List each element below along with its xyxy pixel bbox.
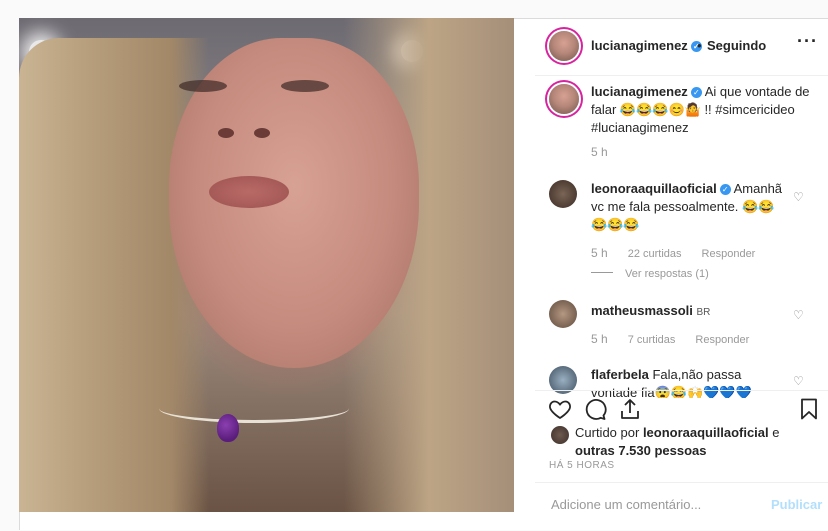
reply-button[interactable]: Responder xyxy=(702,248,756,260)
liked-by-text: Curtido por leonoraaquillaoficial e outr… xyxy=(575,425,780,458)
more-options-icon[interactable]: ··· xyxy=(797,31,818,52)
lips xyxy=(209,176,289,208)
comment-like-icon[interactable]: ♡ xyxy=(793,374,804,388)
divider-line xyxy=(591,272,613,273)
liker-avatar[interactable] xyxy=(551,426,569,444)
post-header: lucianagimenez ✓ • Seguindo ··· xyxy=(535,18,828,76)
eyes xyxy=(179,80,329,94)
author-username[interactable]: lucianagimenez ✓ xyxy=(591,38,702,53)
comment: leonoraaquillaoficial ✓ Amanhã vc me fala… xyxy=(591,180,791,234)
comments-list: lucianagimenez ✓ Ai que vontade de falar … xyxy=(535,76,828,398)
comment-username[interactable]: flaferbela xyxy=(591,367,649,382)
comment-text: BR xyxy=(696,307,711,318)
comment-input[interactable] xyxy=(549,496,753,513)
comment-avatar[interactable] xyxy=(549,180,577,208)
comment-like-icon[interactable]: ♡ xyxy=(793,190,804,204)
verified-icon: ✓ xyxy=(690,87,702,98)
publish-button[interactable]: Publicar xyxy=(771,497,822,512)
amethyst-pendant xyxy=(217,414,239,442)
necklace xyxy=(159,394,349,423)
caption: lucianagimenez ✓ Ai que vontade de falar … xyxy=(591,83,816,137)
post-timestamp[interactable]: HÁ 5 HORAS xyxy=(549,460,615,471)
add-comment-bar: Publicar xyxy=(535,482,828,531)
comment-time: 5 h xyxy=(591,246,608,260)
comment-username[interactable]: matheusmassoli xyxy=(591,303,693,318)
verified-icon: ✓ xyxy=(719,184,731,195)
comment: matheusmassoli BR xyxy=(591,302,791,322)
caption-username[interactable]: lucianagimenez xyxy=(591,84,688,99)
comment-likes[interactable]: 7 curtidas xyxy=(628,334,676,346)
comment-meta: 5 h 7 curtidas Responder xyxy=(591,332,749,346)
likes-count-link[interactable]: outras 7.530 pessoas xyxy=(575,443,707,458)
liker-username[interactable]: leonoraaquillaoficial xyxy=(643,425,769,440)
comment-avatar[interactable] xyxy=(549,300,577,328)
comment-like-icon[interactable]: ♡ xyxy=(793,308,804,322)
reply-button[interactable]: Responder xyxy=(695,334,749,346)
view-replies-button[interactable]: Ver respostas (1) xyxy=(591,268,709,280)
comment-time: 5 h xyxy=(591,332,608,346)
following-button[interactable]: Seguindo xyxy=(707,38,766,53)
caption-author-avatar[interactable] xyxy=(549,84,579,114)
post-photo[interactable] xyxy=(19,18,514,512)
post-side-panel: lucianagimenez ✓ • Seguindo ··· lucianagi… xyxy=(535,18,828,530)
comment-likes[interactable]: 22 curtidas xyxy=(628,248,682,260)
comment-username[interactable]: leonoraaquillaoficial xyxy=(591,181,717,196)
author-avatar[interactable] xyxy=(549,31,579,61)
hair-left xyxy=(19,38,209,512)
nose xyxy=(214,128,274,150)
separator-dot: • xyxy=(697,38,702,53)
caption-time: 5 h xyxy=(591,145,608,159)
comment-meta: 5 h 22 curtidas Responder xyxy=(591,246,755,260)
